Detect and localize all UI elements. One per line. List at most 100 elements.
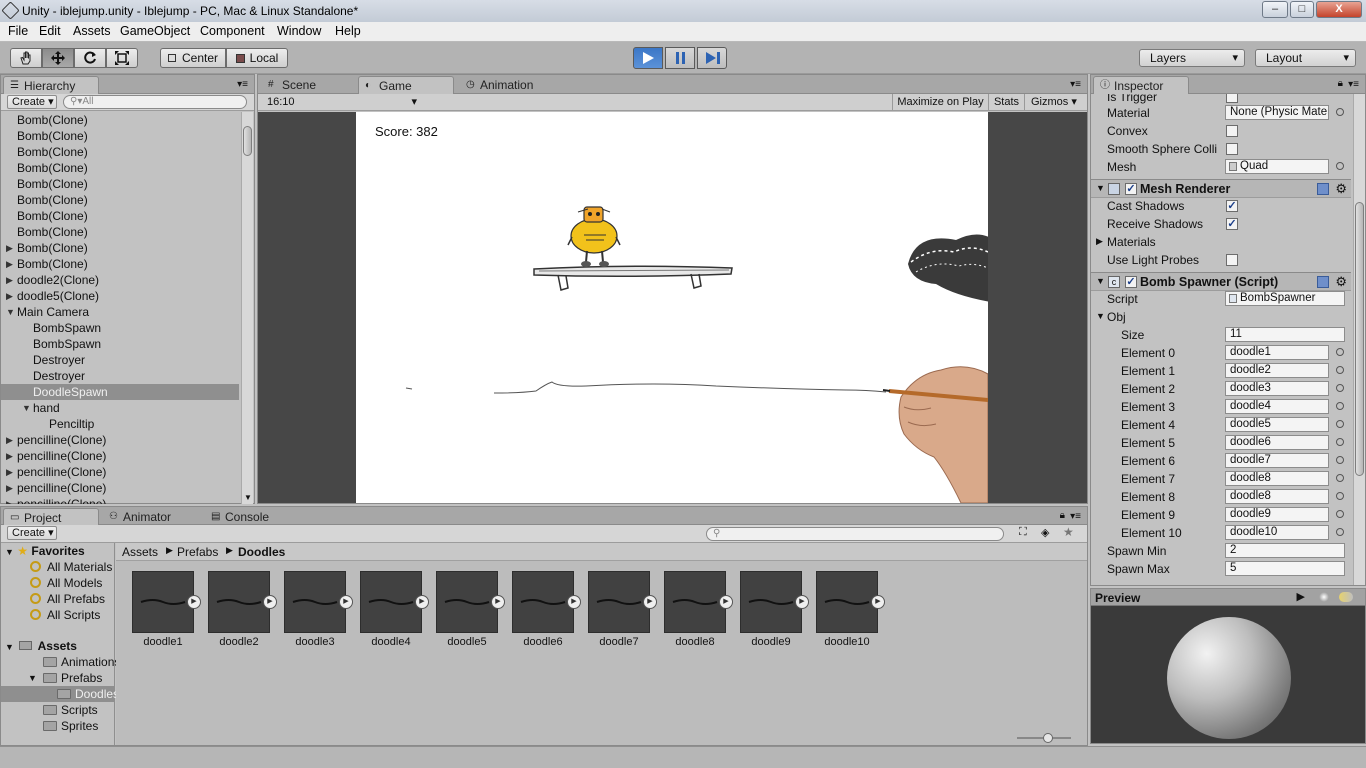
hierarchy-row[interactable]: DoodleSpawn <box>1 384 239 400</box>
element-object-field[interactable]: doodle5 <box>1225 417 1329 432</box>
prefab-thumbnail[interactable]: ▶ <box>436 571 505 633</box>
object-picker-icon[interactable] <box>1336 108 1344 116</box>
foldout-open-icon[interactable]: ▼ <box>1096 276 1105 286</box>
project-create-dropdown[interactable]: Create ▾ <box>7 526 57 540</box>
hierarchy-scrollbar[interactable]: ▼ <box>241 112 253 504</box>
hierarchy-row[interactable]: ▶ pencilline(Clone) <box>1 432 239 448</box>
foldout-closed-icon[interactable]: ▶ <box>6 240 13 256</box>
size-field[interactable]: 11 <box>1225 327 1345 342</box>
element-object-field[interactable]: doodle2 <box>1225 363 1329 378</box>
bomb-spawner-enabled-checkbox[interactable]: ✓ <box>1125 276 1137 288</box>
minimize-button[interactable]: – <box>1262 1 1288 18</box>
inspector-scrollbar[interactable] <box>1353 94 1365 585</box>
gear-icon[interactable]: ⚙ <box>1335 274 1347 290</box>
element-object-field[interactable]: doodle4 <box>1225 399 1329 414</box>
bomb-spawner-header[interactable]: ▼ c ✓ Bomb Spawner (Script) ⚙ <box>1091 272 1351 291</box>
element-object-field[interactable]: doodle7 <box>1225 453 1329 468</box>
materials-row[interactable]: ▶ Materials <box>1091 233 1351 251</box>
preview-sphere[interactable] <box>1167 617 1291 739</box>
object-picker-icon[interactable] <box>1336 348 1344 356</box>
material-field[interactable]: None (Physic Mate <box>1225 105 1329 120</box>
prefab-thumbnail[interactable]: ▶ <box>284 571 353 633</box>
prefab-thumbnail[interactable]: ▶ <box>132 571 201 633</box>
foldout-closed-icon[interactable]: ▶ <box>6 496 13 504</box>
element-object-field[interactable]: doodle3 <box>1225 381 1329 396</box>
hierarchy-row[interactable]: ▶ doodle2(Clone) <box>1 272 239 288</box>
foldout-closed-icon[interactable]: ▶ <box>6 432 13 448</box>
hierarchy-row[interactable]: Bomb(Clone) <box>1 208 239 224</box>
element-object-field[interactable]: doodle9 <box>1225 507 1329 522</box>
menu-help[interactable]: Help <box>335 24 361 38</box>
tab-animator[interactable]: ⚇ Animator <box>103 508 201 526</box>
prefab-thumbnail[interactable]: ▶ <box>588 571 657 633</box>
filter-label-icon[interactable]: ◈ <box>1041 526 1049 539</box>
foldout-open-icon[interactable]: ▼ <box>22 400 31 416</box>
object-picker-icon[interactable] <box>1336 528 1344 536</box>
object-picker-icon[interactable] <box>1336 492 1344 500</box>
maximize-button[interactable]: □ <box>1290 1 1314 18</box>
stats-toggle[interactable]: Stats <box>988 94 1024 110</box>
mesh-renderer-header[interactable]: ▼ ✓ Mesh Renderer ⚙ <box>1091 179 1351 198</box>
hierarchy-row[interactable]: BombSpawn <box>1 336 239 352</box>
mesh-field[interactable]: Quad <box>1225 159 1329 174</box>
menu-file[interactable]: File <box>8 24 28 38</box>
favorite-star-icon[interactable]: ★ <box>1063 525 1074 539</box>
panel-menu-icon[interactable]: ▾≡ <box>1348 79 1359 90</box>
breadcrumb-assets[interactable]: Assets <box>122 545 158 559</box>
hierarchy-row[interactable]: Bomb(Clone) <box>1 192 239 208</box>
object-picker-icon[interactable] <box>1336 510 1344 518</box>
assets-header[interactable]: ▼ Assets <box>5 638 77 654</box>
foldout-closed-icon[interactable]: ▶ <box>6 256 13 272</box>
element-object-field[interactable]: doodle8 <box>1225 471 1329 486</box>
obj-row[interactable]: ▼ Obj <box>1091 308 1351 326</box>
lock-icon[interactable]: 🔒︎ <box>1060 510 1065 521</box>
receive-shadows-checkbox[interactable]: ✓ <box>1226 218 1238 230</box>
spawn-min-field[interactable]: 2 <box>1225 543 1345 558</box>
hierarchy-row[interactable]: Bomb(Clone) <box>1 224 239 240</box>
cast-shadows-checkbox[interactable]: ✓ <box>1226 200 1238 212</box>
prefab-thumbnail[interactable]: ▶ <box>360 571 429 633</box>
menu-window[interactable]: Window <box>277 24 321 38</box>
menu-assets[interactable]: Assets <box>73 24 111 38</box>
scroll-down-icon[interactable]: ▼ <box>244 493 252 502</box>
object-picker-icon[interactable] <box>1336 162 1344 170</box>
play-button[interactable] <box>633 47 663 69</box>
project-search-input[interactable]: ⚲ <box>706 527 1004 541</box>
hierarchy-row[interactable]: ▶ Bomb(Clone) <box>1 240 239 256</box>
move-tool-button[interactable] <box>42 48 74 68</box>
hierarchy-row[interactable]: ▶ pencilline(Clone) <box>1 448 239 464</box>
hierarchy-row[interactable]: Bomb(Clone) <box>1 176 239 192</box>
foldout-closed-icon[interactable]: ▶ <box>6 480 13 496</box>
foldout-closed-icon[interactable]: ▶ <box>6 448 13 464</box>
hierarchy-row[interactable]: ▼ Main Camera <box>1 304 239 320</box>
breadcrumb-prefabs[interactable]: Prefabs <box>177 545 218 559</box>
foldout-closed-icon[interactable]: ▶ <box>6 272 13 288</box>
use-light-probes-checkbox[interactable] <box>1226 254 1238 266</box>
spawn-max-field[interactable]: 5 <box>1225 561 1345 576</box>
tab-scene[interactable]: # Scene <box>262 76 354 94</box>
object-picker-icon[interactable] <box>1336 420 1344 428</box>
tab-console[interactable]: ▤ Console <box>205 508 301 526</box>
expand-prefab-icon[interactable]: ▶ <box>491 595 505 609</box>
convex-checkbox[interactable] <box>1226 125 1238 137</box>
pivot-center-button[interactable]: Center <box>160 48 226 68</box>
tab-animation[interactable]: ◷ Animation <box>460 76 560 94</box>
preview-play-icon[interactable]: ▶ <box>1297 590 1305 603</box>
hierarchy-row[interactable]: ▶ doodle5(Clone) <box>1 288 239 304</box>
expand-prefab-icon[interactable]: ▶ <box>339 595 353 609</box>
object-picker-icon[interactable] <box>1336 402 1344 410</box>
close-button[interactable]: X <box>1316 1 1362 18</box>
script-field[interactable]: BombSpawner <box>1225 291 1345 306</box>
asset-folder-item[interactable]: ▼ Prefabs <box>1 670 114 686</box>
menu-component[interactable]: Component <box>200 24 265 38</box>
menu-edit[interactable]: Edit <box>39 24 61 38</box>
foldout-closed-icon[interactable]: ▶ <box>6 288 13 304</box>
expand-prefab-icon[interactable]: ▶ <box>567 595 581 609</box>
layers-dropdown[interactable]: Layers <box>1139 49 1245 67</box>
mesh-renderer-enabled-checkbox[interactable]: ✓ <box>1125 183 1137 195</box>
expand-prefab-icon[interactable]: ▶ <box>263 595 277 609</box>
object-picker-icon[interactable] <box>1336 438 1344 446</box>
is-trigger-checkbox[interactable] <box>1226 94 1238 103</box>
hierarchy-search-input[interactable]: ⚲▾All <box>63 95 247 109</box>
foldout-open-icon[interactable]: ▼ <box>6 304 15 320</box>
